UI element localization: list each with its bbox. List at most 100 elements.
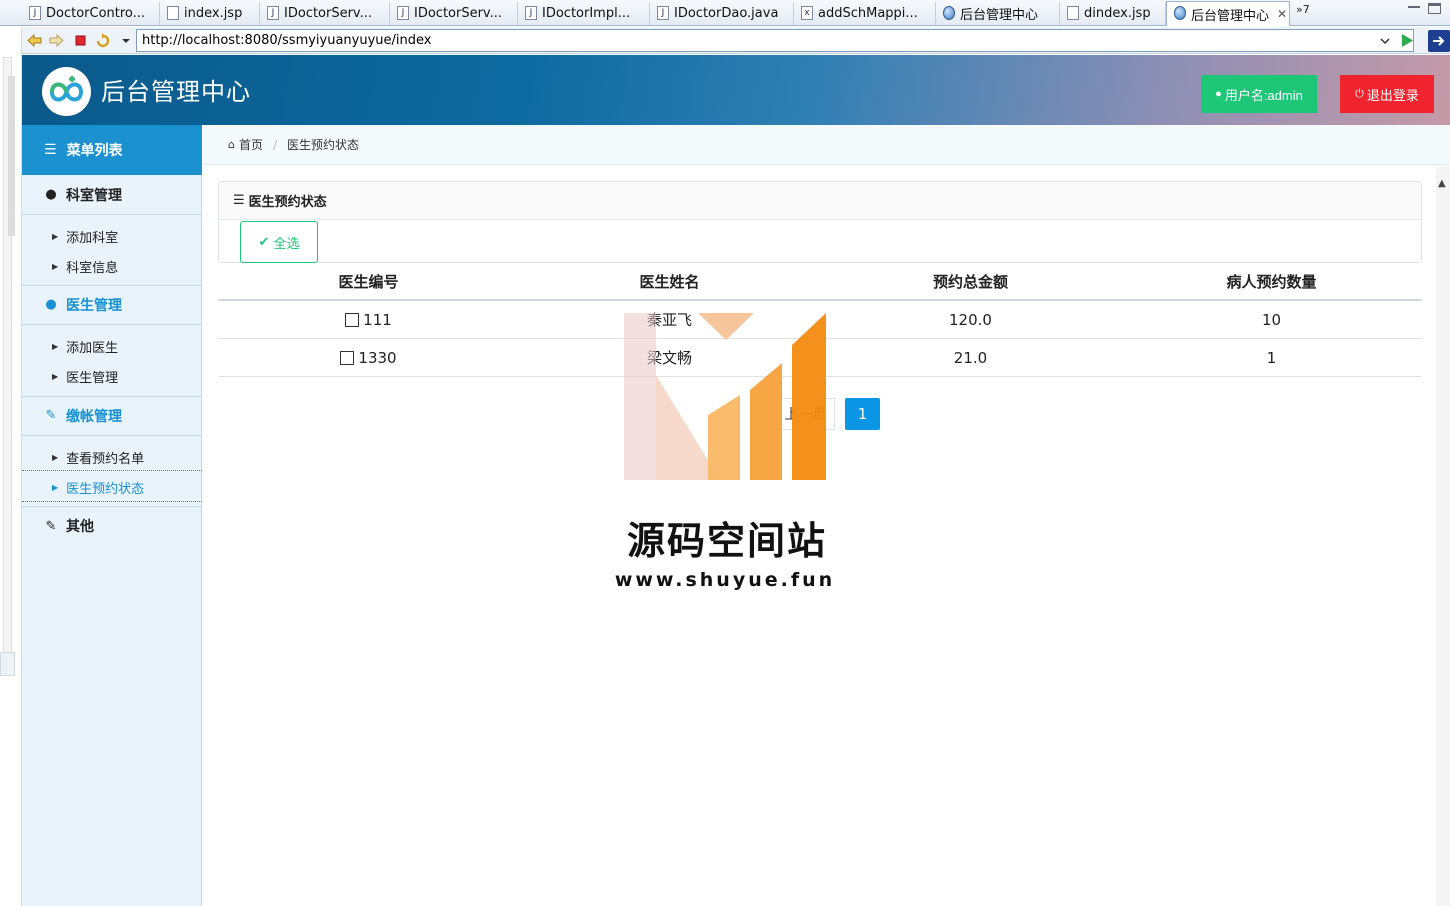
column-header: 医生编号 xyxy=(338,272,399,291)
table-cell: 1 xyxy=(1266,348,1277,367)
list-icon: ☰ xyxy=(233,193,245,208)
site-title: 后台管理中心 xyxy=(101,78,251,106)
caret-right-icon: ▶ xyxy=(52,261,59,271)
table-cell: 21.0 xyxy=(953,348,988,367)
page-header: 后台管理中心 ● 用户名:admin ⏻ 退出登录 xyxy=(22,55,1450,125)
caret-right-icon: ▶ xyxy=(52,371,59,381)
jsp-file-icon xyxy=(1067,6,1079,20)
sidebar-item-department-info[interactable]: ▶ 科室信息 xyxy=(52,251,202,281)
watermark-text: 源码空间站 xyxy=(626,519,827,563)
select-all-button[interactable]: ✔ 全选 xyxy=(240,221,318,263)
table-cell: 10 xyxy=(1261,310,1282,329)
editor-tab[interactable]: dindex.jsp xyxy=(1060,2,1166,25)
user-icon: ● xyxy=(1215,88,1222,100)
maximize-icon[interactable] xyxy=(1428,3,1441,14)
column-header: 预约总金额 xyxy=(932,272,1008,291)
sidebar-item-add-department[interactable]: ▶ 添加科室 xyxy=(52,221,202,251)
sidebar-group-doctor[interactable]: ● 医生管理 xyxy=(22,285,202,325)
edit-icon: ✎ xyxy=(45,518,57,534)
breadcrumb-separator: / xyxy=(273,137,278,152)
list-icon: ☰ xyxy=(44,142,57,158)
back-icon[interactable] xyxy=(26,32,43,49)
sidebar-group-other[interactable]: ✎ 其他 xyxy=(22,506,202,546)
gutter-pane xyxy=(0,652,15,676)
power-icon: ⏻ xyxy=(1355,87,1364,100)
sidebar-item-doctor-status[interactable]: ▶ 医生预约状态 xyxy=(52,472,202,502)
editor-tab[interactable]: J IDoctorDao.java xyxy=(650,2,794,25)
page-scrollbar[interactable]: ▲ xyxy=(1436,166,1450,906)
editor-tab[interactable]: J DoctorContro... xyxy=(22,2,160,25)
forward-icon[interactable] xyxy=(48,32,65,49)
editor-tab[interactable]: 后台管理中心 xyxy=(936,2,1060,25)
java-file-icon: J xyxy=(267,6,279,20)
divider xyxy=(22,501,202,502)
eclipse-left-gutter xyxy=(0,27,22,906)
sidebar-group-department[interactable]: ● 科室管理 xyxy=(22,175,202,215)
editor-tab[interactable]: index.jsp xyxy=(160,2,260,25)
editor-tab[interactable]: J IDoctorServ... xyxy=(260,2,390,25)
row-checkbox[interactable] xyxy=(345,312,360,327)
caret-right-icon: ▶ xyxy=(52,341,59,351)
home-icon: ⌂ xyxy=(228,138,235,151)
editor-tab[interactable]: J IDoctorServ... xyxy=(390,2,518,25)
row-checkbox[interactable] xyxy=(340,350,355,365)
user-button[interactable]: ● 用户名:admin xyxy=(1201,75,1317,113)
editor-tab-active[interactable]: 后台管理中心 ✕ xyxy=(1166,1,1290,26)
sidebar-item-appointment-list[interactable]: ▶ 查看预约名单 xyxy=(52,442,202,472)
user-icon: ● xyxy=(45,187,57,202)
gutter-scroll-thumb[interactable] xyxy=(8,76,15,236)
java-file-icon: J xyxy=(657,6,669,20)
tab-overflow-button[interactable]: »7 xyxy=(1296,3,1310,16)
watermark-url: www.shuyue.fun xyxy=(614,569,836,591)
globe-icon xyxy=(1174,6,1186,20)
logo xyxy=(42,67,91,116)
editor-tab-bar: J DoctorContro... index.jsp J IDoctorSer… xyxy=(0,0,1450,26)
sidebar-item-add-doctor[interactable]: ▶ 添加医生 xyxy=(52,331,202,361)
column-header: 医生姓名 xyxy=(639,272,700,291)
sidebar: ☰ 菜单列表 ● 科室管理 ▶ 添加科室 ▶ 科室信息 ● 医生管理 ▶ 添加医… xyxy=(22,125,202,906)
table-header-row: 医生编号 医生姓名 预约总金额 病人预约数量 xyxy=(218,263,1422,301)
stop-icon[interactable] xyxy=(72,32,89,49)
java-file-icon: J xyxy=(525,6,537,20)
chevron-up-icon[interactable]: ▲ xyxy=(1438,178,1446,189)
user-icon: ● xyxy=(45,297,57,312)
go-icon[interactable] xyxy=(1399,32,1416,49)
breadcrumb: ⌂ 首页 / 医生预约状态 xyxy=(203,125,1450,165)
sidebar-group-billing[interactable]: ✎ 缴帐管理 xyxy=(22,396,202,436)
xml-file-icon: x xyxy=(801,6,813,20)
logout-button[interactable]: ⏻ 退出登录 xyxy=(1340,75,1434,113)
url-input[interactable] xyxy=(136,29,1414,52)
content-panel: ☰ 医生预约状态 ✔ 全选 xyxy=(218,181,1422,263)
java-file-icon: J xyxy=(397,6,409,20)
external-browser-icon[interactable] xyxy=(1428,30,1450,52)
column-header: 病人预约数量 xyxy=(1226,272,1317,291)
panel-title: ☰ 医生预约状态 xyxy=(219,182,1421,220)
caret-right-icon: ▶ xyxy=(52,231,59,241)
table-row: 1330 梁文畅 21.0 1 xyxy=(218,339,1422,377)
doctor-status-table: 医生编号 医生姓名 预约总金额 病人预约数量 111 秦亚飞 120.0 10 … xyxy=(218,263,1422,377)
pagination-page-button[interactable]: 1 xyxy=(845,398,880,430)
minimize-icon[interactable] xyxy=(1408,4,1420,8)
jsp-file-icon xyxy=(167,6,179,20)
chevron-down-icon[interactable] xyxy=(1378,34,1392,48)
table-cell: 1330 xyxy=(218,349,519,367)
globe-icon xyxy=(943,6,955,20)
table-cell: 秦亚飞 xyxy=(646,311,692,329)
table-cell: 120.0 xyxy=(949,310,992,329)
caret-right-icon: ▶ xyxy=(52,452,59,462)
caret-right-icon: ▶ xyxy=(52,482,59,492)
table-cell: 111 xyxy=(218,311,519,329)
editor-tab[interactable]: x addSchMappi... xyxy=(794,2,936,25)
refresh-icon[interactable] xyxy=(94,32,111,49)
check-icon: ✔ xyxy=(258,234,270,249)
chevron-down-icon[interactable] xyxy=(118,32,135,49)
close-icon[interactable]: ✕ xyxy=(1277,7,1287,21)
sidebar-item-doctor-manage[interactable]: ▶ 医生管理 xyxy=(52,361,202,391)
java-file-icon: J xyxy=(29,6,41,20)
pagination-prev-button[interactable]: 上一页 xyxy=(776,398,835,430)
gutter-scrollbar[interactable] xyxy=(3,57,15,667)
breadcrumb-home[interactable]: 首页 xyxy=(239,136,263,153)
browser-toolbar xyxy=(22,27,1450,54)
editor-tab[interactable]: J IDoctorImpl... xyxy=(518,2,650,25)
table-row: 111 秦亚飞 120.0 10 xyxy=(218,301,1422,339)
